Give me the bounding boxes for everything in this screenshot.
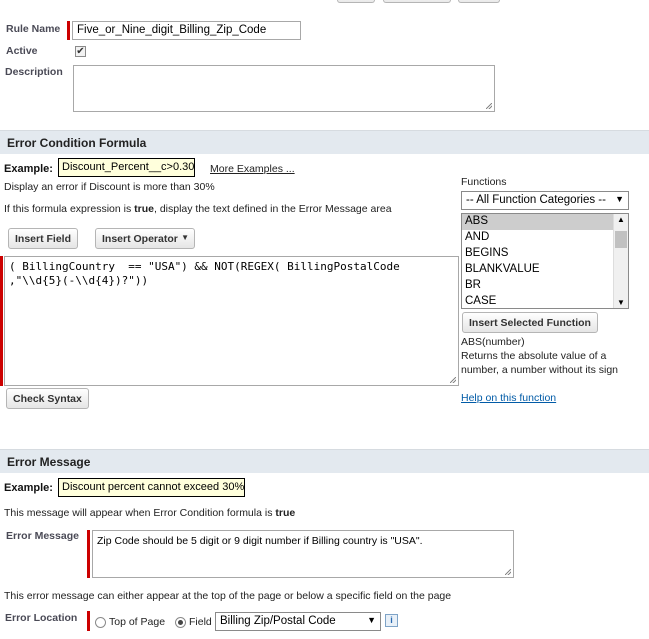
function-desc-line2: number, a number without its sign — [461, 364, 618, 376]
formula-editor[interactable]: ( BillingCountry == "USA") && NOT(REGEX(… — [4, 256, 459, 386]
chevron-down-icon: ▼ — [367, 615, 376, 625]
scroll-up-arrow-icon[interactable]: ▲ — [617, 215, 625, 224]
description-textarea[interactable] — [73, 65, 495, 112]
error-location-field-select[interactable]: Billing Zip/Postal Code ▼ — [215, 612, 381, 631]
formula-line-2: ,"\\d{5}(-\\d{4})?")) — [9, 274, 149, 287]
insert-operator-button[interactable]: Insert Operator ▼ — [95, 228, 195, 249]
error-condition-section-header: Error Condition Formula — [0, 130, 649, 154]
top-button-3[interactable] — [458, 0, 500, 3]
message-example-value: Discount percent cannot exceed 30% — [62, 481, 245, 493]
error-location-field-value: Billing Zip/Postal Code — [220, 615, 336, 627]
more-examples-link[interactable]: More Examples ... — [210, 163, 295, 175]
active-label: Active — [6, 45, 38, 57]
appear-text-part1: This message will appear when Error Cond… — [4, 507, 276, 519]
error-condition-title: Error Condition Formula — [7, 136, 147, 150]
formula-line-1: ( BillingCountry == "USA") && NOT(REGEX(… — [9, 260, 400, 273]
info-icon-glyph: i — [390, 615, 393, 625]
scroll-thumb[interactable] — [615, 231, 627, 248]
top-button-1[interactable] — [337, 0, 375, 3]
condition-example-box: Discount_Percent__c>0.30 — [58, 158, 195, 177]
rule-name-label: Rule Name — [6, 23, 61, 35]
location-hint: This error message can either appear at … — [4, 590, 452, 602]
condition-example-value: Discount_Percent__c>0.30 — [62, 161, 195, 173]
field-radio[interactable] — [175, 617, 186, 628]
check-syntax-label: Check Syntax — [13, 393, 82, 405]
functions-listbox[interactable]: ABS AND BEGINS BLANKVALUE BR CASE ▲ ▼ — [461, 213, 629, 309]
function-item-case[interactable]: CASE — [462, 294, 628, 308]
top-button-2[interactable] — [383, 0, 451, 3]
function-item-begins[interactable]: BEGINS — [462, 246, 628, 262]
formula-required-indicator — [0, 256, 3, 386]
message-example-label: Example: — [4, 482, 53, 494]
error-message-value: Zip Code should be 5 digit or 9 digit nu… — [97, 535, 423, 547]
resize-grip-icon[interactable] — [486, 103, 492, 109]
error-message-textarea[interactable]: Zip Code should be 5 digit or 9 digit nu… — [92, 530, 514, 578]
example-label: Example: — [4, 163, 53, 175]
insert-selected-function-button[interactable]: Insert Selected Function — [462, 312, 598, 333]
location-required-indicator — [87, 611, 90, 631]
functions-label: Functions — [461, 176, 507, 188]
insert-field-button[interactable]: Insert Field — [8, 228, 79, 249]
insert-selected-function-label: Insert Selected Function — [469, 317, 591, 329]
resize-grip-icon[interactable] — [450, 377, 456, 383]
if-expression-hint: If this formula expression is true, disp… — [4, 203, 392, 215]
message-required-indicator — [87, 530, 90, 578]
rule-name-input[interactable]: Five_or_Nine_digit_Billing_Zip_Code — [72, 21, 301, 40]
function-category-select[interactable]: -- All Function Categories -- ▼ — [461, 191, 629, 210]
function-signature: ABS(number) — [461, 336, 525, 348]
function-item-abs[interactable]: ABS — [462, 214, 628, 230]
error-location-label: Error Location — [5, 612, 78, 624]
top-of-page-radio[interactable] — [95, 617, 106, 628]
appear-text-true: true — [275, 507, 296, 519]
top-of-page-label[interactable]: Top of Page — [109, 616, 165, 628]
dropdown-arrow-icon: ▼ — [181, 233, 189, 242]
function-category-value: -- All Function Categories -- — [466, 194, 606, 206]
message-appear-hint: This message will appear when Error Cond… — [4, 507, 295, 519]
function-item-and[interactable]: AND — [462, 230, 628, 246]
if-text-part2: , display the text defined in the Error … — [153, 203, 392, 215]
display-hint: Display an error if Discount is more tha… — [4, 181, 215, 193]
chevron-down-icon: ▼ — [615, 194, 624, 204]
rule-name-value: Five_or_Nine_digit_Billing_Zip_Code — [77, 24, 267, 36]
if-text-true: true — [134, 203, 154, 215]
description-label: Description — [5, 66, 63, 78]
help-on-function-link[interactable]: Help on this function — [461, 392, 556, 404]
check-syntax-button[interactable]: Check Syntax — [6, 388, 89, 409]
active-checkbox[interactable]: ✔ — [75, 46, 86, 57]
insert-operator-label: Insert Operator — [102, 233, 178, 245]
function-desc-line1: Returns the absolute value of a — [461, 350, 607, 362]
info-icon[interactable]: i — [385, 614, 398, 627]
required-indicator — [67, 21, 70, 40]
error-message-title: Error Message — [7, 455, 91, 469]
if-text-part1: If this formula expression is — [4, 203, 135, 215]
message-example-box: Discount percent cannot exceed 30% — [58, 478, 245, 497]
function-item-br[interactable]: BR — [462, 278, 628, 294]
function-item-blankvalue[interactable]: BLANKVALUE — [462, 262, 628, 278]
field-option-label[interactable]: Field — [189, 616, 212, 628]
error-message-label: Error Message — [6, 530, 79, 542]
resize-grip-icon[interactable] — [505, 569, 511, 575]
error-message-section-header: Error Message — [0, 449, 649, 473]
functions-scrollbar[interactable]: ▲ ▼ — [613, 214, 628, 308]
scroll-down-arrow-icon[interactable]: ▼ — [617, 298, 625, 307]
insert-field-label: Insert Field — [15, 233, 72, 245]
